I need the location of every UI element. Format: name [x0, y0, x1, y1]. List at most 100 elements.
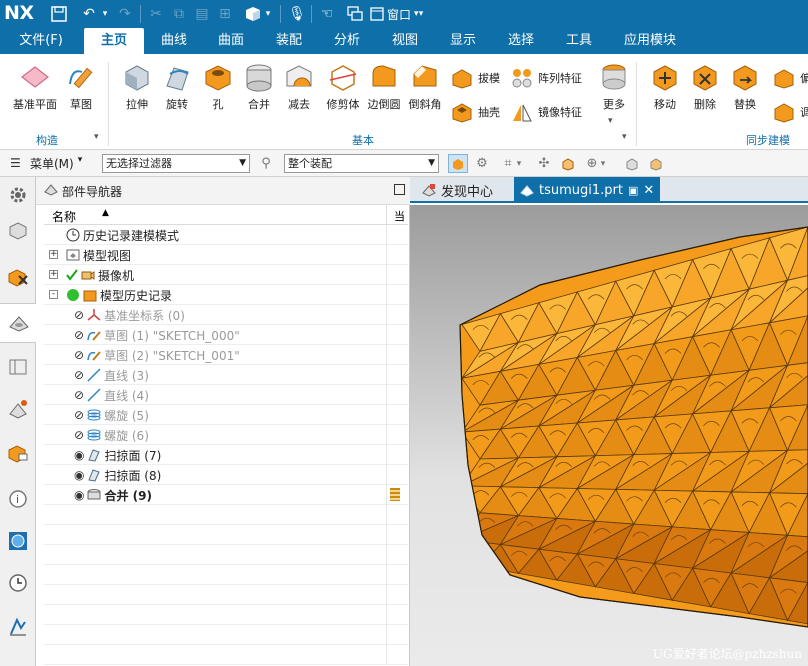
- sort-ascending-icon[interactable]: ▲: [102, 208, 109, 218]
- menu-home[interactable]: 主页: [84, 28, 144, 54]
- tree-row[interactable]: 历史记录建模模式: [44, 225, 408, 245]
- microphone-icon[interactable]: 🎙: [286, 4, 308, 24]
- menu-analysis[interactable]: 分析: [323, 28, 371, 54]
- datum-plane-button[interactable]: 基准平面: [10, 62, 60, 112]
- move-face-button[interactable]: 移动: [646, 62, 684, 112]
- assembly-navigator-icon[interactable]: [4, 217, 32, 245]
- extrude-button[interactable]: 拉伸: [118, 62, 156, 112]
- collapse-node-icon[interactable]: -: [49, 290, 58, 299]
- offset-region-button[interactable]: 偏: [772, 66, 808, 90]
- menu-view[interactable]: 视图: [381, 28, 429, 54]
- tree-row[interactable]: ⊘ 直线 (4): [44, 385, 408, 405]
- snap-grid-icon[interactable]: ✣: [534, 154, 554, 173]
- menu-hamburger-icon[interactable]: ☰: [10, 156, 21, 170]
- shell-button[interactable]: 抽壳: [450, 100, 500, 124]
- more-button[interactable]: 更多: [596, 62, 632, 112]
- tab-part-file[interactable]: tsumugi1.prt ▣ ✕: [514, 177, 661, 203]
- tree-row[interactable]: ⊘ 草图 (1) "SKETCH_000": [44, 325, 408, 345]
- undo-dropdown-icon[interactable]: ▾: [100, 4, 110, 24]
- switch-window-icon[interactable]: [344, 4, 366, 24]
- show-body-icon[interactable]: [622, 154, 642, 173]
- close-tab-icon[interactable]: ✕: [643, 183, 654, 198]
- settings-gear-icon[interactable]: [4, 181, 32, 209]
- snap-point-toggle-icon[interactable]: [448, 154, 468, 173]
- type-filter-select[interactable]: 无选择过滤器 ▼: [102, 154, 250, 173]
- chevron-down-icon[interactable]: ▾: [598, 154, 608, 173]
- edge-blend-button[interactable]: 边倒圆: [364, 62, 404, 112]
- tree-row[interactable]: ⊘ 草图 (2) "SKETCH_001": [44, 345, 408, 365]
- current-column-header[interactable]: 当: [394, 208, 405, 224]
- tree-row[interactable]: ◉ 扫掠面 (8): [44, 465, 408, 485]
- tsumugi-model-render[interactable]: [410, 205, 808, 666]
- constraint-navigator-icon[interactable]: [4, 263, 32, 291]
- visibility-eye-icon[interactable]: ⊘: [74, 348, 84, 362]
- reuse-library-icon[interactable]: [4, 353, 32, 381]
- menu-file[interactable]: 文件(F): [12, 28, 70, 54]
- menu-applications[interactable]: 应用模块: [618, 28, 682, 54]
- tree-row[interactable]: ⊘ 直线 (3): [44, 365, 408, 385]
- maximize-panel-icon[interactable]: [394, 184, 405, 195]
- hd3d-tools-icon[interactable]: [4, 395, 32, 423]
- assembly-scope-select[interactable]: 整个装配 ▼: [284, 154, 439, 173]
- paste-icon[interactable]: ▤: [191, 4, 213, 24]
- tab-discovery-center[interactable]: 发现中心: [416, 177, 499, 203]
- tree-row[interactable]: + 摄像机: [44, 265, 408, 285]
- visibility-eye-icon[interactable]: ⊘: [74, 388, 84, 402]
- process-studio-icon[interactable]: [4, 613, 32, 641]
- mirror-feature-button[interactable]: 镜像特征: [510, 100, 582, 124]
- more-dropdown-icon[interactable]: ▾: [608, 116, 613, 126]
- information-icon[interactable]: i: [4, 485, 32, 513]
- tree-row[interactable]: ◉ 扫掠面 (7): [44, 445, 408, 465]
- delete-face-button[interactable]: 删除: [686, 62, 724, 112]
- visibility-eye-icon[interactable]: ⊘: [74, 408, 84, 422]
- tree-row[interactable]: + 模型视图: [44, 245, 408, 265]
- web-browser-icon[interactable]: [4, 439, 32, 467]
- name-column-header[interactable]: 名称: [52, 208, 76, 225]
- tree-row[interactable]: ⊘ 螺旋 (5): [44, 405, 408, 425]
- part-navigator-icon[interactable]: [0, 303, 37, 343]
- resize-button[interactable]: 调: [772, 100, 808, 124]
- cut-icon[interactable]: ✂: [145, 4, 167, 24]
- visibility-eye-icon[interactable]: ⊘: [74, 368, 84, 382]
- unite-button[interactable]: 合并: [241, 62, 277, 112]
- tree-row[interactable]: ◉ 合并 (9): [44, 485, 408, 505]
- menu-display[interactable]: 显示: [439, 28, 487, 54]
- select-body-icon[interactable]: [558, 154, 578, 173]
- view-cube-icon[interactable]: [242, 4, 264, 24]
- copy-icon[interactable]: ⧉: [168, 4, 190, 24]
- chamfer-button[interactable]: 倒斜角: [406, 62, 444, 112]
- expand-node-icon[interactable]: +: [49, 270, 58, 279]
- menu-surface[interactable]: 曲面: [207, 28, 255, 54]
- subtract-button[interactable]: 减去: [281, 62, 317, 112]
- menu-curve[interactable]: 曲线: [150, 28, 198, 54]
- view-dropdown-icon[interactable]: ▾: [263, 4, 273, 24]
- visibility-eye-icon[interactable]: ◉: [74, 468, 84, 482]
- tree-row[interactable]: - 模型历史记录: [44, 285, 408, 305]
- visibility-eye-icon[interactable]: ⊘: [74, 308, 84, 322]
- visibility-eye-icon[interactable]: ⊘: [74, 428, 84, 442]
- select-features-icon[interactable]: ⚙: [472, 154, 492, 173]
- visibility-eye-icon[interactable]: ◉: [74, 488, 84, 502]
- menu-tools[interactable]: 工具: [555, 28, 603, 54]
- window-menu-button[interactable]: 窗口 ▾: [370, 4, 419, 24]
- redo-icon[interactable]: ↷: [114, 4, 136, 24]
- paste-special-icon[interactable]: ⊞: [214, 4, 236, 24]
- menu-assembly[interactable]: 装配: [265, 28, 313, 54]
- chevron-down-icon[interactable]: ▾: [514, 154, 524, 173]
- tree-row[interactable]: ⊘ 螺旋 (6): [44, 425, 408, 445]
- revolve-button[interactable]: 旋转: [158, 62, 196, 112]
- trim-body-button[interactable]: 修剪体: [322, 62, 364, 112]
- replace-face-button[interactable]: 替换: [726, 62, 764, 112]
- history-clock-icon[interactable]: [4, 569, 32, 597]
- save-icon[interactable]: [48, 4, 70, 24]
- expand-node-icon[interactable]: +: [49, 250, 58, 259]
- menu-button[interactable]: 菜单(M) ▾: [30, 155, 82, 172]
- touch-mode-icon[interactable]: ☜: [316, 4, 338, 24]
- visibility-eye-icon[interactable]: ◉: [74, 448, 84, 462]
- customize-quick-access-icon[interactable]: ▾: [414, 4, 428, 24]
- basic-group-expand-icon[interactable]: ▾: [622, 132, 627, 142]
- filter-funnel-icon[interactable]: ⚲: [256, 154, 276, 173]
- sketch-button[interactable]: 草图: [62, 62, 100, 112]
- construct-group-expand-icon[interactable]: ▾: [94, 132, 99, 142]
- pattern-feature-button[interactable]: 阵列特征: [510, 66, 582, 90]
